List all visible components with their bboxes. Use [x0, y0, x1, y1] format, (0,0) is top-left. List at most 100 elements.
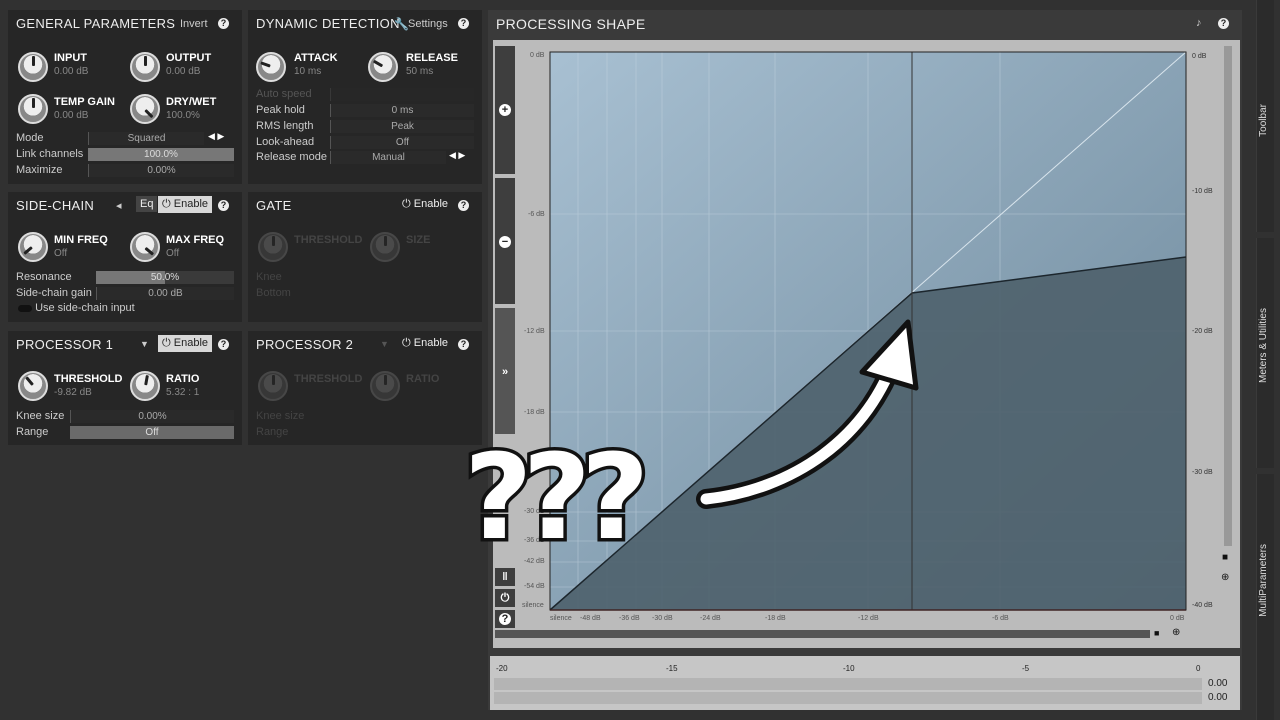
gate-enable-button[interactable]: ⏻ Enable — [398, 196, 452, 213]
output-knob[interactable] — [130, 52, 160, 82]
pause-button[interactable]: ‖ — [495, 568, 515, 586]
input-knob[interactable] — [18, 52, 48, 82]
meter-scale-1: -15 — [666, 664, 678, 673]
max-freq-knob[interactable] — [130, 232, 160, 262]
help-icon[interactable]: ? — [458, 200, 469, 211]
p2-threshold-label: THRESHOLD — [294, 373, 363, 385]
fast-forward-icon: » — [501, 366, 509, 378]
p2-threshold-knob[interactable] — [258, 371, 288, 401]
peak-hold-field[interactable]: 0 ms — [330, 104, 474, 117]
link-channels-value: 100.0% — [144, 149, 178, 160]
look-ahead-field[interactable]: Off — [330, 136, 474, 149]
look-ahead-label: Look-ahead — [256, 136, 315, 148]
processor-2-enable-button[interactable]: ⏻ Enable — [398, 335, 452, 352]
release-mode-select[interactable]: Manual — [330, 151, 446, 164]
fast-forward-button[interactable]: » — [495, 308, 515, 434]
release-mode-arrows-icon[interactable]: ◀ ▶ — [449, 150, 465, 161]
range-label: Range — [16, 426, 49, 438]
power-icon: ⏻ — [500, 592, 510, 604]
zoom-out-button[interactable]: − — [495, 178, 515, 304]
processor-2-title: PROCESSOR 2 — [256, 337, 354, 352]
bypass-button[interactable]: ⏻ — [495, 589, 515, 607]
rms-length-field[interactable]: Peak — [330, 120, 474, 133]
pause-icon: ‖ — [502, 571, 508, 583]
x-label-3: -30 dB — [652, 615, 673, 622]
power-icon: ⏻ — [402, 198, 414, 210]
auto-speed-field[interactable] — [330, 88, 474, 101]
eq-button[interactable]: Eq — [136, 196, 158, 212]
meter-right-value: 0.00 — [1208, 692, 1228, 703]
help-icon[interactable]: ? — [218, 18, 229, 29]
scroll-lock-icon[interactable]: ■ — [1154, 628, 1159, 638]
dropdown-icon[interactable]: ▼ — [140, 339, 149, 349]
link-channels-slider[interactable]: 100.0% — [88, 148, 234, 161]
plugin-window: GENERAL PARAMETERS Invert ? INPUT 0.00 d… — [0, 0, 1280, 720]
help-icon[interactable]: ? — [1218, 18, 1229, 29]
x-label-7: -6 dB — [992, 615, 1009, 622]
p2-range-label: Range — [256, 426, 289, 438]
dry-wet-knob[interactable] — [130, 94, 160, 124]
processor-1-panel: PROCESSOR 1 ▼ ⏻ Enable ? THRESHOLD -9.82… — [8, 331, 242, 445]
temp-gain-knob[interactable] — [18, 94, 48, 124]
ratio-knob[interactable] — [130, 371, 160, 401]
knee-size-field[interactable]: 0.00% — [70, 410, 234, 423]
use-side-chain-toggle[interactable]: Use side-chain input — [18, 302, 135, 314]
x-label-6: -12 dB — [858, 615, 879, 622]
zoom-in-button[interactable]: + — [495, 46, 515, 174]
power-icon: ⏻ — [162, 337, 174, 349]
dry-wet-value: 100.0% — [166, 110, 200, 121]
help-icon[interactable]: ? — [458, 18, 469, 29]
toolbar-tab[interactable]: Toolbar — [1256, 0, 1274, 232]
general-parameters-title: GENERAL PARAMETERS — [16, 16, 176, 31]
x-label-2: -36 dB — [619, 615, 640, 622]
mode-select[interactable]: Squared — [88, 132, 204, 145]
range-value: Off — [145, 427, 159, 438]
link-channels-label: Link channels — [16, 148, 84, 160]
gate-knee-label: Knee — [256, 271, 282, 283]
p2-ratio-label: RATIO — [406, 373, 440, 385]
ratio-value: 5.32 : 1 — [166, 387, 200, 398]
help-icon[interactable]: ? — [218, 200, 229, 211]
curve-style-icon[interactable]: ♪ — [1196, 17, 1202, 29]
gate-size-knob[interactable] — [370, 232, 400, 262]
dropdown-icon[interactable]: ▼ — [380, 339, 389, 349]
resonance-slider[interactable]: 50.0% — [96, 271, 234, 284]
multiparameters-tab[interactable]: MultiParameters — [1256, 474, 1274, 720]
help-icon: ? — [499, 613, 511, 625]
help-icon[interactable]: ? — [458, 339, 469, 350]
mode-arrows-icon[interactable]: ◀ ▶ — [208, 131, 224, 142]
invert-link[interactable]: Invert — [180, 18, 208, 30]
meters-utilities-tab[interactable]: Meters & Utilities — [1256, 238, 1274, 468]
settings-link[interactable]: Settings — [408, 18, 448, 30]
release-knob[interactable] — [368, 52, 398, 82]
y-label-2: -12 dB — [524, 328, 545, 335]
graph-help-button[interactable]: ? — [495, 610, 515, 628]
p2-ratio-knob[interactable] — [370, 371, 400, 401]
meter-bar-right — [494, 692, 1202, 704]
peak-hold-label: Peak hold — [256, 104, 305, 116]
min-freq-knob[interactable] — [18, 232, 48, 262]
maximize-field[interactable]: 0.00% — [88, 164, 234, 177]
wrench-icon[interactable]: 🔧 — [394, 17, 409, 31]
gate-threshold-knob[interactable] — [258, 232, 288, 262]
meter-scale-4: 0 — [1196, 664, 1201, 673]
scroll-zoom-icon[interactable]: ⊕ — [1172, 627, 1180, 638]
side-chain-gain-field[interactable]: 0.00 dB — [96, 287, 234, 300]
lock-icon[interactable]: ■ — [1222, 552, 1228, 563]
speaker-icon[interactable]: ◂ — [116, 199, 122, 212]
side-chain-gain-label: Side-chain gain — [16, 287, 92, 299]
help-icon[interactable]: ? — [218, 339, 229, 350]
processor-1-enable-button[interactable]: ⏻ Enable — [158, 335, 213, 352]
min-freq-label: MIN FREQ — [54, 234, 108, 246]
range-slider[interactable]: Off — [70, 426, 234, 439]
attack-knob[interactable] — [256, 52, 286, 82]
dry-wet-label: DRY/WET — [166, 96, 217, 108]
meter-bar-left — [494, 678, 1202, 690]
zoom-icon[interactable]: ⊕ — [1221, 572, 1229, 583]
threshold-knob[interactable] — [18, 371, 48, 401]
x-label-1: -48 dB — [580, 615, 601, 622]
min-freq-value: Off — [54, 248, 68, 259]
side-chain-enable-button[interactable]: ⏻ Enable — [158, 196, 213, 213]
attack-label: ATTACK — [294, 52, 338, 64]
max-freq-label: MAX FREQ — [166, 234, 225, 246]
